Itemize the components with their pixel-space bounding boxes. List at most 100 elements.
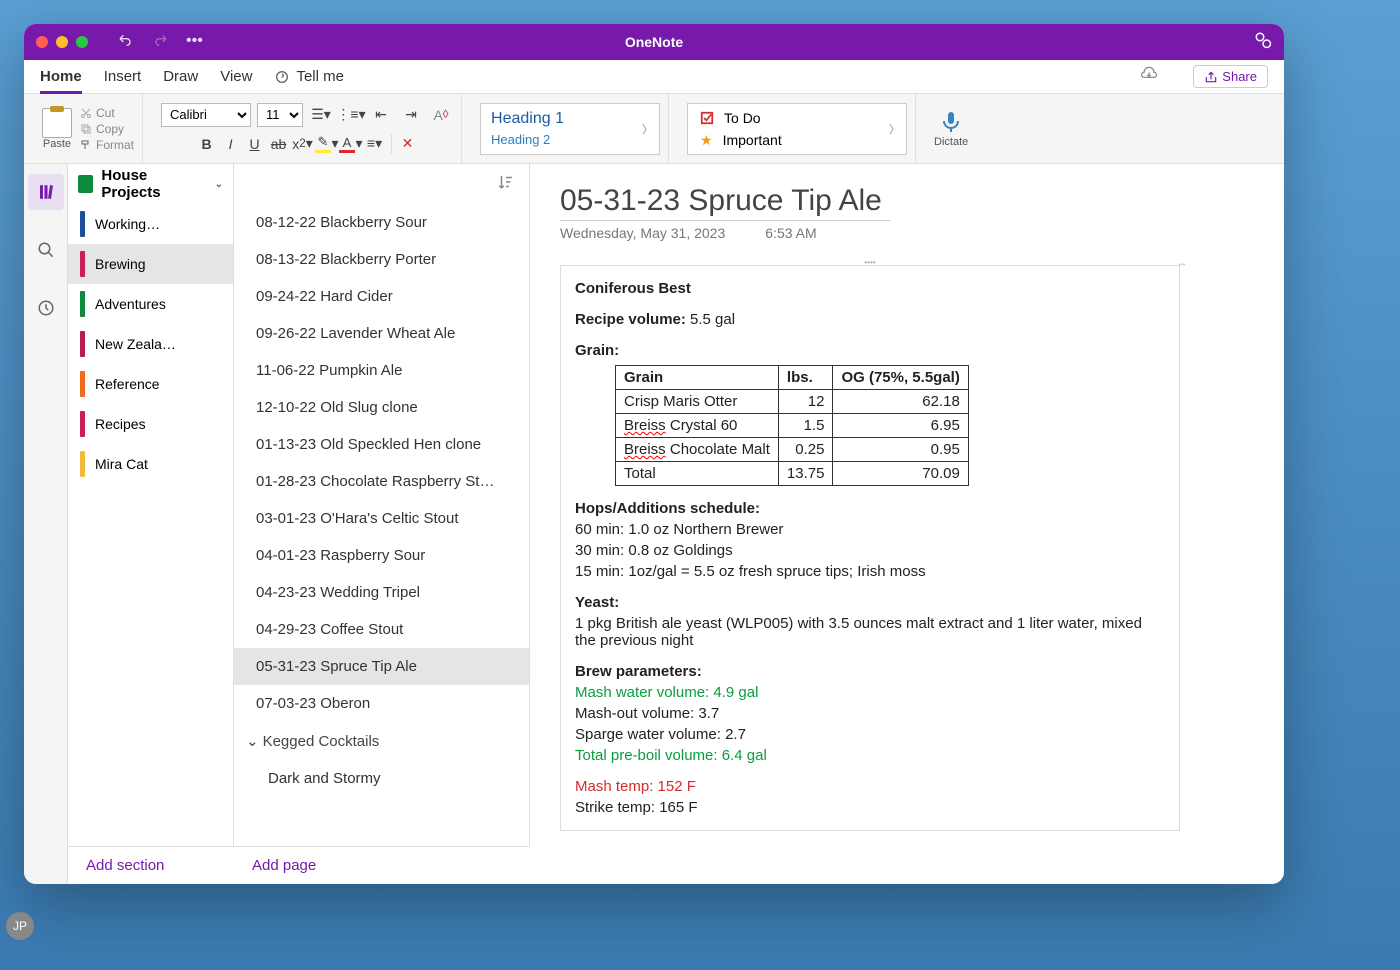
user-avatar[interactable]: JP: [6, 912, 34, 940]
page-item[interactable]: 08-13-22 Blackberry Porter: [234, 241, 529, 278]
section-label: Adventures: [95, 296, 166, 312]
font-family-select[interactable]: Calibri: [161, 103, 251, 127]
content-area: House Projects ⌄ Working… Brewing Adventur…: [24, 164, 1284, 884]
undo-icon[interactable]: [118, 32, 134, 53]
page-item[interactable]: 12-10-22 Old Slug clone: [234, 389, 529, 426]
page-item[interactable]: Dark and Stormy: [234, 760, 529, 797]
page-item[interactable]: 09-26-22 Lavender Wheat Ale: [234, 315, 529, 352]
recent-icon[interactable]: [28, 290, 64, 326]
bullets-button[interactable]: ☰▾: [309, 104, 333, 126]
page-item[interactable]: 03-01-23 O'Hara's Celtic Stout: [234, 500, 529, 537]
tell-me-search[interactable]: Tell me: [274, 68, 344, 85]
page-item[interactable]: 09-24-22 Hard Cider: [234, 278, 529, 315]
app-window: ••• OneNote Home Insert Draw View Tell m…: [24, 24, 1284, 884]
page-item[interactable]: 04-29-23 Coffee Stout: [234, 611, 529, 648]
tab-insert[interactable]: Insert: [104, 68, 142, 85]
tags-gallery[interactable]: To Do ★Important 〉: [687, 103, 907, 155]
underline-button[interactable]: U: [243, 133, 267, 155]
notebook-icon: [78, 175, 93, 193]
window-controls: [36, 36, 88, 48]
page-item[interactable]: 05-31-23 Spruce Tip Ale: [234, 648, 529, 685]
style-heading2: Heading 2: [491, 132, 649, 147]
resize-handle-icon[interactable]: ↔: [1177, 258, 1187, 269]
more-icon[interactable]: •••: [186, 32, 203, 53]
styles-gallery[interactable]: Heading 1 Heading 2 〉: [480, 103, 660, 155]
page-item[interactable]: 01-28-23 Chocolate Raspberry St…: [234, 463, 529, 500]
search-icon[interactable]: [28, 232, 64, 268]
page-date: Wednesday, May 31, 2023: [560, 225, 725, 241]
chevron-down-icon: ⌄: [215, 179, 223, 190]
section-color-bar: [80, 371, 85, 397]
page-item[interactable]: 08-12-22 Blackberry Sour: [234, 204, 529, 241]
dictate-button[interactable]: Dictate: [934, 110, 968, 148]
italic-button[interactable]: I: [219, 133, 243, 155]
notebooks-icon[interactable]: [28, 174, 64, 210]
page-title[interactable]: 05-31-23 Spruce Tip Ale: [560, 184, 890, 221]
section-item[interactable]: New Zeala…: [68, 324, 233, 364]
page-group-header[interactable]: ⌄ Kegged Cocktails: [234, 722, 529, 760]
cut-button[interactable]: Cut: [80, 106, 134, 120]
container-gripper[interactable]: ••••: [850, 258, 890, 266]
subscript-button[interactable]: x2▾: [291, 133, 315, 155]
tab-home[interactable]: Home: [40, 68, 82, 94]
share-button[interactable]: Share: [1193, 65, 1268, 88]
footer-bar: Add section Add page: [68, 846, 530, 884]
minimize-window-button[interactable]: [56, 36, 68, 48]
sort-icon[interactable]: [497, 173, 515, 196]
section-item[interactable]: Recipes: [68, 404, 233, 444]
delete-button[interactable]: ✕: [396, 133, 420, 155]
note-heading: Coniferous Best: [575, 280, 1165, 297]
section-item[interactable]: Adventures: [68, 284, 233, 324]
section-item[interactable]: Brewing: [68, 244, 233, 284]
close-window-button[interactable]: [36, 36, 48, 48]
page-item[interactable]: 07-03-23 Oberon: [234, 685, 529, 722]
note-container[interactable]: •••• ↔ Coniferous Best Recipe volume: 5.…: [560, 265, 1180, 831]
sync-status-icon[interactable]: [1139, 64, 1159, 89]
tab-view[interactable]: View: [220, 68, 252, 85]
indent-button[interactable]: ⇥: [399, 104, 423, 126]
section-color-bar: [80, 451, 85, 477]
chevron-down-icon: ⌄: [246, 732, 259, 750]
section-label: Reference: [95, 376, 160, 392]
section-color-bar: [80, 411, 85, 437]
page-item[interactable]: 01-13-23 Old Speckled Hen clone: [234, 426, 529, 463]
copy-button[interactable]: Copy: [80, 122, 134, 136]
strikethrough-button[interactable]: ab: [267, 133, 291, 155]
maximize-window-button[interactable]: [76, 36, 88, 48]
redo-icon[interactable]: [152, 32, 168, 53]
page-time: 6:53 AM: [765, 225, 816, 241]
notebook-name: House Projects: [101, 167, 206, 201]
paste-button[interactable]: [42, 108, 72, 138]
add-section-button[interactable]: Add section: [68, 857, 234, 874]
grain-table: Grainlbs.OG (75%, 5.5gal) Crisp Maris Ot…: [615, 365, 969, 486]
section-label: Working…: [95, 216, 160, 232]
page-item[interactable]: 04-23-23 Wedding Tripel: [234, 574, 529, 611]
page-item[interactable]: 04-01-23 Raspberry Sour: [234, 537, 529, 574]
notebook-selector[interactable]: House Projects ⌄: [68, 164, 233, 204]
paste-label: Paste: [43, 138, 71, 150]
dictate-label: Dictate: [934, 136, 968, 148]
font-size-select[interactable]: 11: [257, 103, 303, 127]
tag-todo: To Do: [724, 110, 761, 126]
ribbon-tabs: Home Insert Draw View Tell me Share: [24, 60, 1284, 94]
tab-draw[interactable]: Draw: [163, 68, 198, 85]
section-item[interactable]: Working…: [68, 204, 233, 244]
section-label: Recipes: [95, 416, 146, 432]
outdent-button[interactable]: ⇤: [369, 104, 393, 126]
clear-formatting-button[interactable]: A◊: [429, 104, 453, 126]
highlight-button[interactable]: ✎▾: [315, 133, 339, 155]
font-color-button[interactable]: A▾: [339, 133, 363, 155]
section-item[interactable]: Mira Cat: [68, 444, 233, 484]
add-page-button[interactable]: Add page: [234, 857, 334, 874]
align-button[interactable]: ≡▾: [363, 133, 387, 155]
page-item[interactable]: 11-06-22 Pumpkin Ale: [234, 352, 529, 389]
titlebar: ••• OneNote: [24, 24, 1284, 60]
bold-button[interactable]: B: [195, 133, 219, 155]
coming-soon-icon[interactable]: [1254, 31, 1272, 54]
ribbon: Paste Cut Copy Format Calibri 11 ☰▾ ⋮≡▾ …: [24, 94, 1284, 164]
section-item[interactable]: Reference: [68, 364, 233, 404]
format-painter-button[interactable]: Format: [80, 138, 134, 152]
numbering-button[interactable]: ⋮≡▾: [339, 104, 363, 126]
note-canvas[interactable]: 05-31-23 Spruce Tip Ale Wednesday, May 3…: [530, 164, 1284, 884]
section-label: New Zeala…: [95, 336, 176, 352]
